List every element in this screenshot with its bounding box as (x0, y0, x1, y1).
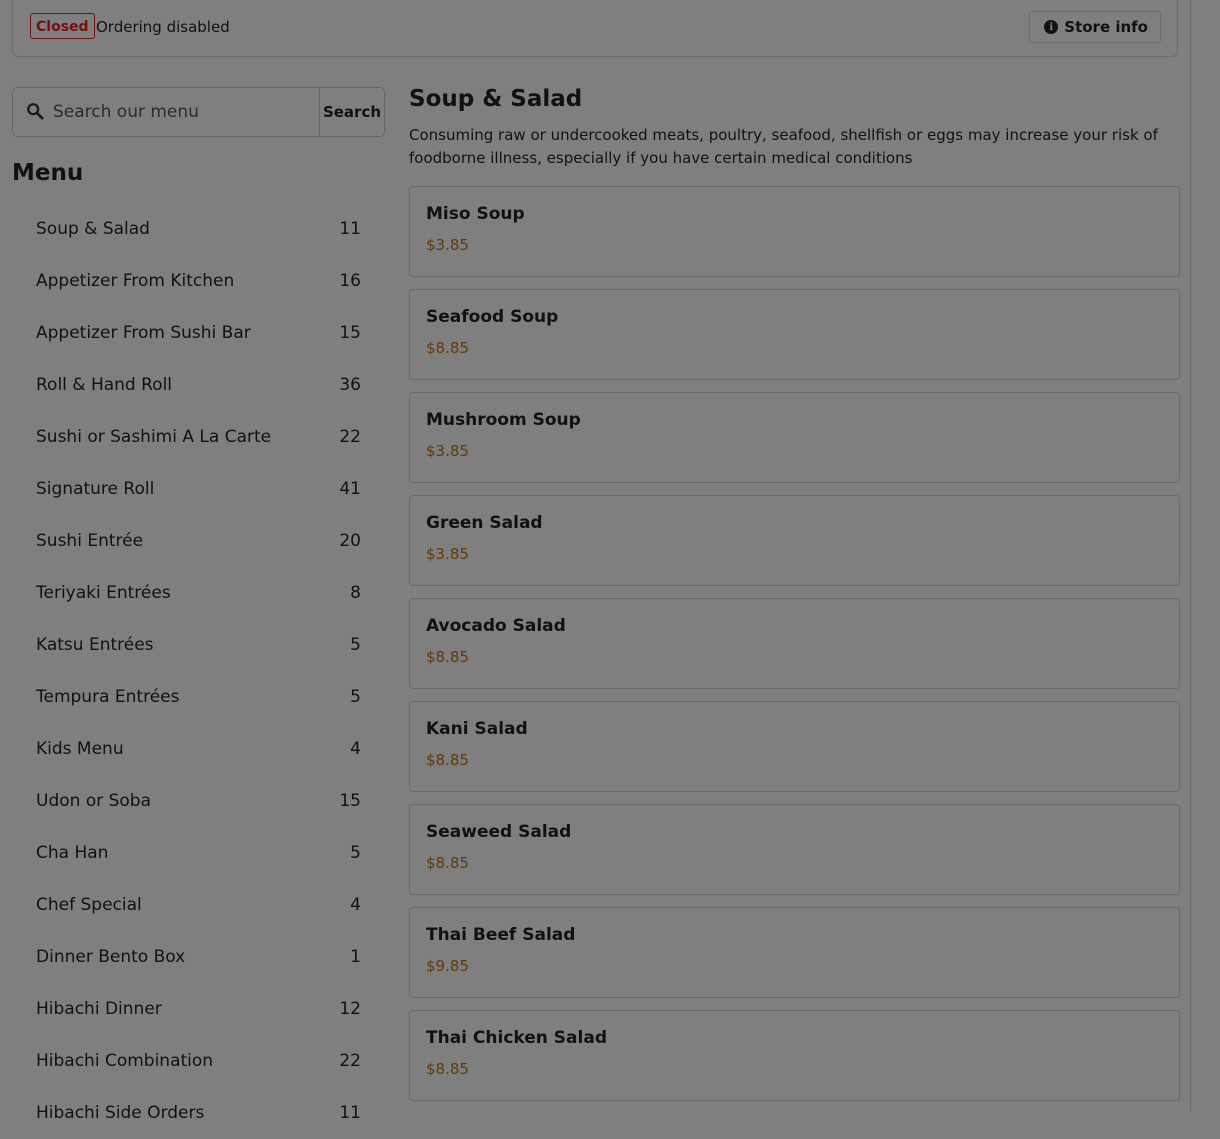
menu-item-card[interactable]: Seaweed Salad $8.85 (409, 804, 1180, 895)
category-item[interactable]: Chef Special 4 (12, 879, 385, 931)
item-name: Miso Soup (426, 204, 525, 224)
item-name: Seafood Soup (426, 307, 559, 327)
category-count: 11 (339, 1103, 361, 1123)
item-price: $8.85 (426, 854, 469, 872)
category-item[interactable]: Sushi Entrée 20 (12, 515, 385, 567)
category-label: Chef Special (36, 895, 142, 915)
category-label: Sushi or Sashimi A La Carte (36, 427, 272, 447)
menu-item-card[interactable]: Kani Salad $8.85 (409, 701, 1180, 792)
category-label: Kids Menu (36, 739, 124, 759)
category-item[interactable]: Katsu Entrées 5 (12, 619, 385, 671)
item-name: Seaweed Salad (426, 822, 572, 842)
item-name: Kani Salad (426, 719, 528, 739)
category-label: Dinner Bento Box (36, 947, 186, 967)
category-count: 22 (339, 427, 361, 447)
category-count: 11 (339, 219, 361, 239)
menu-item-card[interactable]: Thai Chicken Salad $8.85 (409, 1010, 1180, 1101)
search-field (13, 88, 320, 136)
category-label: Soup & Salad (36, 219, 150, 239)
store-status-bar: Closed Ordering disabled i Store info (12, 0, 1178, 57)
category-label: Hibachi Combination (36, 1051, 214, 1071)
item-name: Thai Chicken Salad (426, 1028, 607, 1048)
category-item[interactable]: Kids Menu 4 (12, 723, 385, 775)
category-item[interactable]: Soup & Salad 11 (12, 203, 385, 255)
category-item[interactable]: Tempura Entrées 5 (12, 671, 385, 723)
item-price: $8.85 (426, 648, 469, 666)
category-count: 8 (350, 583, 361, 603)
category-label: Roll & Hand Roll (36, 375, 173, 395)
menu-heading: Menu (12, 160, 84, 186)
category-count: 20 (339, 531, 361, 551)
category-item[interactable]: Appetizer From Kitchen 16 (12, 255, 385, 307)
menu-item-card[interactable]: Avocado Salad $8.85 (409, 598, 1180, 689)
search-icon (27, 103, 44, 120)
category-count: 5 (350, 687, 361, 707)
category-item[interactable]: Appetizer From Sushi Bar 15 (12, 307, 385, 359)
category-item[interactable]: Cha Han 5 (12, 827, 385, 879)
item-name: Mushroom Soup (426, 410, 581, 430)
status-badge: Closed (30, 13, 95, 39)
item-name: Green Salad (426, 513, 543, 533)
category-label: Hibachi Side Orders (36, 1103, 205, 1123)
category-item[interactable]: Hibachi Dinner 12 (12, 983, 385, 1035)
item-price: $8.85 (426, 751, 469, 769)
category-count: 12 (339, 999, 361, 1019)
search-button[interactable]: Search (320, 88, 384, 136)
category-count: 5 (350, 843, 361, 863)
category-item[interactable]: Signature Roll 41 (12, 463, 385, 515)
category-list: Soup & Salad 11 Appetizer From Kitchen 16 … (12, 203, 385, 1139)
category-count: 22 (339, 1051, 361, 1071)
menu-item-card[interactable]: Mushroom Soup $3.85 (409, 392, 1180, 483)
category-item[interactable]: Hibachi Side Orders 11 (12, 1087, 385, 1139)
category-count: 41 (339, 479, 361, 499)
category-count: 36 (339, 375, 361, 395)
store-info-label: Store info (1064, 18, 1148, 36)
category-label: Sushi Entrée (36, 531, 144, 551)
item-price: $8.85 (426, 339, 469, 357)
category-label: Signature Roll (36, 479, 155, 499)
menu-item-card[interactable]: Green Salad $3.85 (409, 495, 1180, 586)
page-edge-divider (1190, 0, 1191, 1111)
section-title: Soup & Salad (409, 86, 583, 112)
category-label: Hibachi Dinner (36, 999, 162, 1019)
category-label: Cha Han (36, 843, 109, 863)
item-price: $9.85 (426, 957, 469, 975)
menu-items: Miso Soup $3.85 Seafood Soup $8.85 Mushroo… (409, 186, 1180, 1113)
category-label: Teriyaki Entrées (36, 583, 171, 603)
item-price: $3.85 (426, 442, 469, 460)
category-count: 1 (350, 947, 361, 967)
category-item[interactable]: Roll & Hand Roll 36 (12, 359, 385, 411)
menu-item-card[interactable]: Thai Beef Salad $9.85 (409, 907, 1180, 998)
item-price: $3.85 (426, 236, 469, 254)
category-count: 4 (350, 739, 361, 759)
menu-item-card[interactable]: Seafood Soup $8.85 (409, 289, 1180, 380)
info-circle-icon: i (1044, 20, 1059, 34)
search-input[interactable] (53, 88, 313, 136)
category-item[interactable]: Hibachi Combination 22 (12, 1035, 385, 1087)
category-count: 15 (339, 323, 361, 343)
category-item[interactable]: Udon or Soba 15 (12, 775, 385, 827)
menu-search: Search (12, 87, 385, 137)
menu-item-card[interactable]: Miso Soup $3.85 (409, 186, 1180, 277)
category-label: Appetizer From Kitchen (36, 271, 235, 291)
category-count: 5 (350, 635, 361, 655)
category-label: Udon or Soba (36, 791, 152, 811)
category-item[interactable]: Sushi or Sashimi A La Carte 22 (12, 411, 385, 463)
ordering-status-text: Ordering disabled (96, 18, 230, 36)
item-price: $3.85 (426, 545, 469, 563)
category-count: 16 (339, 271, 361, 291)
category-item[interactable]: Dinner Bento Box 1 (12, 931, 385, 983)
item-name: Avocado Salad (426, 616, 566, 636)
food-safety-disclaimer: Consuming raw or undercooked meats, poul… (409, 126, 1158, 167)
item-price: $8.85 (426, 1060, 469, 1078)
category-label: Appetizer From Sushi Bar (36, 323, 251, 343)
category-label: Tempura Entrées (36, 687, 180, 707)
category-count: 15 (339, 791, 361, 811)
category-item[interactable]: Teriyaki Entrées 8 (12, 567, 385, 619)
item-name: Thai Beef Salad (426, 925, 576, 945)
store-info-button[interactable]: i Store info (1029, 11, 1161, 43)
category-count: 4 (350, 895, 361, 915)
category-label: Katsu Entrées (36, 635, 154, 655)
